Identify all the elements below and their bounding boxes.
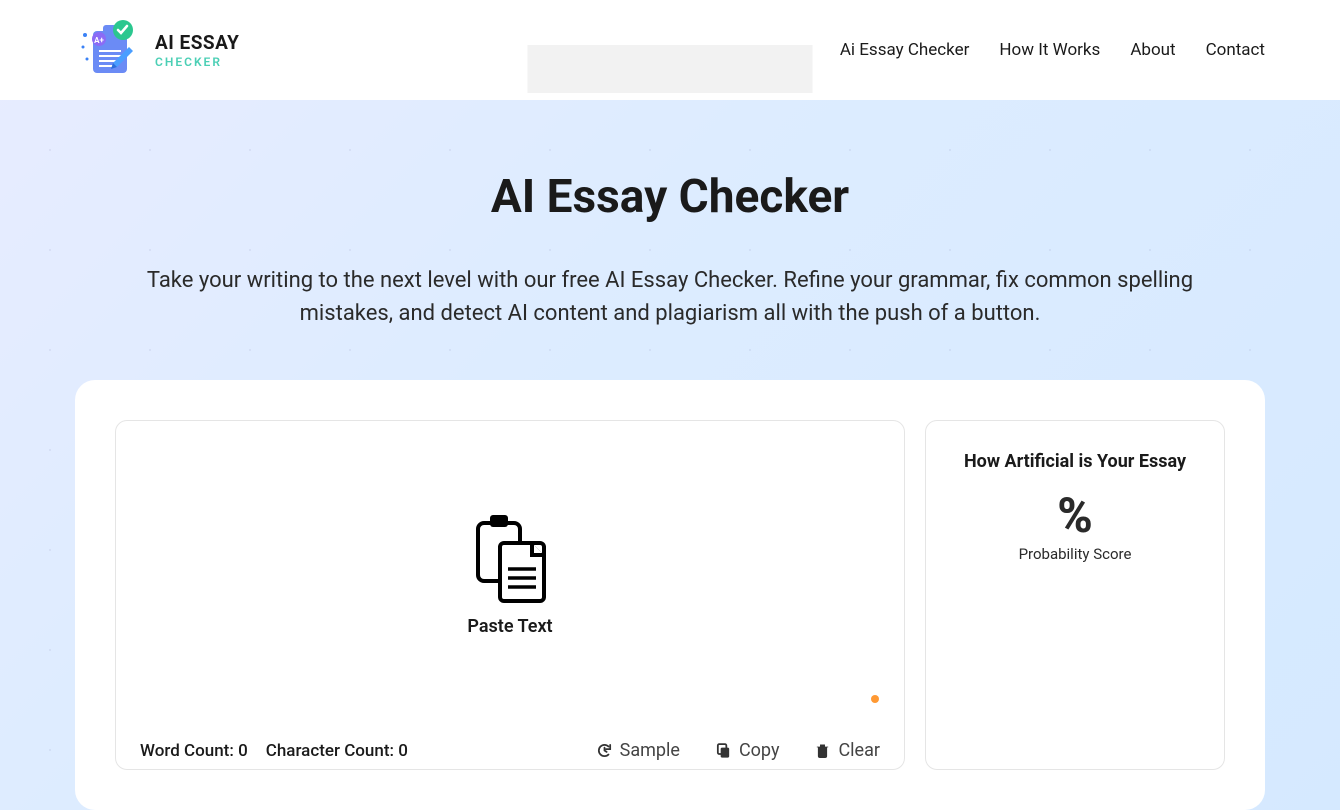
percent-score: %: [946, 492, 1204, 540]
editor-body[interactable]: Paste Text: [116, 421, 904, 728]
counts: Word Count: 0 Character Count: 0: [140, 741, 408, 761]
score-panel: How Artificial is Your Essay % Probabili…: [925, 420, 1225, 770]
main-card: Paste Text Word Count: 0 Character Count…: [75, 380, 1265, 810]
page-subtitle: Take your writing to the next level with…: [120, 264, 1220, 330]
sample-button[interactable]: Sample: [596, 740, 680, 761]
nav-about[interactable]: About: [1130, 40, 1175, 60]
main-header: A+ AI ESSAY CHECKER Ai Essay Checker How…: [0, 0, 1340, 100]
probability-label: Probability Score: [946, 545, 1204, 563]
logo-text: AI ESSAY CHECKER: [155, 33, 239, 68]
resize-handle-icon[interactable]: [871, 695, 879, 703]
char-count: Character Count: 0: [266, 741, 408, 761]
paste-text-button[interactable]: Paste Text: [467, 513, 552, 637]
nav-how-it-works[interactable]: How It Works: [999, 40, 1100, 60]
main-nav: Ai Essay Checker How It Works About Cont…: [840, 40, 1265, 60]
score-title: How Artificial is Your Essay: [946, 451, 1204, 472]
hero: AI Essay Checker Take your writing to th…: [0, 100, 1340, 380]
refresh-icon: [596, 742, 613, 759]
logo-icon: A+: [75, 15, 145, 85]
editor-panel: Paste Text Word Count: 0 Character Count…: [115, 420, 905, 770]
copy-icon: [715, 742, 732, 759]
trash-icon: [814, 742, 831, 759]
paste-label: Paste Text: [467, 616, 552, 637]
logo[interactable]: A+ AI ESSAY CHECKER: [75, 15, 239, 85]
copy-button[interactable]: Copy: [715, 740, 780, 761]
nav-ai-essay-checker[interactable]: Ai Essay Checker: [840, 40, 970, 60]
nav-contact[interactable]: Contact: [1206, 40, 1265, 60]
page-title: AI Essay Checker: [75, 170, 1265, 224]
editor-footer: Word Count: 0 Character Count: 0 Sample …: [116, 728, 904, 769]
paste-icon: [470, 513, 550, 608]
svg-text:A+: A+: [94, 36, 104, 45]
card-content: Paste Text Word Count: 0 Character Count…: [115, 420, 1225, 770]
logo-text-sub: CHECKER: [155, 56, 239, 68]
clear-button[interactable]: Clear: [814, 740, 880, 761]
footer-actions: Sample Copy Clear: [596, 740, 880, 761]
ad-placeholder: [528, 45, 813, 93]
word-count: Word Count: 0: [140, 741, 248, 761]
logo-text-main: AI ESSAY: [155, 33, 239, 52]
